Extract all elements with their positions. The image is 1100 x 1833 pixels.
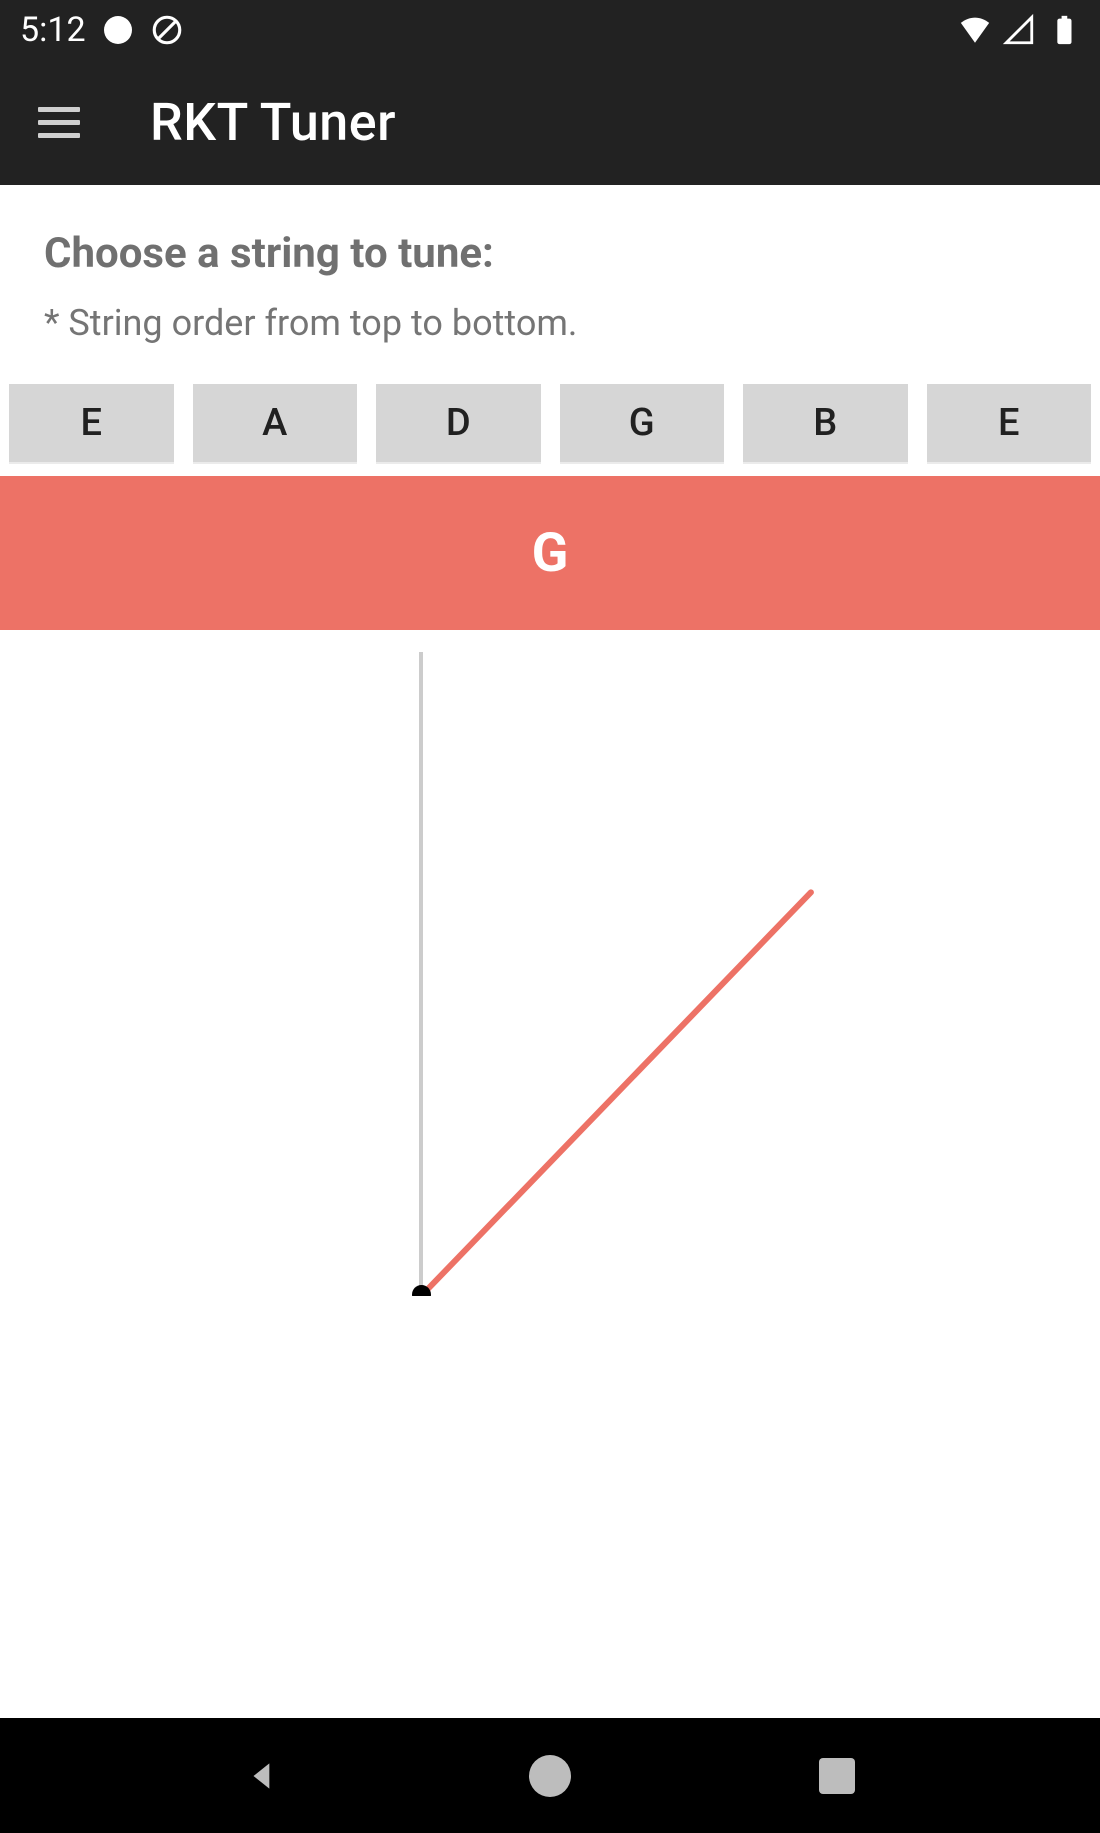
nav-back-icon[interactable] — [238, 1751, 288, 1801]
status-bar: 5:12 — [0, 0, 1100, 60]
gauge-needle — [422, 888, 815, 1295]
tuner-gauge — [0, 630, 1100, 1296]
wifi-icon — [958, 13, 992, 47]
string-button-a[interactable]: A — [193, 384, 358, 462]
system-nav-bar — [0, 1718, 1100, 1833]
string-button-b[interactable]: B — [743, 384, 908, 462]
string-button-d[interactable]: D — [376, 384, 541, 462]
content: Choose a string to tune: * String order … — [0, 185, 1100, 1296]
nav-recents-icon[interactable] — [812, 1751, 862, 1801]
string-button-e-low[interactable]: E — [9, 384, 174, 462]
choose-string-heading: Choose a string to tune: — [0, 229, 1100, 278]
menu-icon[interactable] — [38, 107, 80, 138]
status-left: 5:12 — [20, 10, 184, 50]
cell-signal-icon — [1002, 13, 1036, 47]
string-button-e-high[interactable]: E — [927, 384, 1092, 462]
selected-note: G — [532, 522, 569, 585]
status-right — [958, 13, 1080, 47]
app-bar: RKT Tuner — [0, 60, 1100, 185]
status-recording-icon — [104, 16, 132, 44]
nav-home-icon[interactable] — [525, 1751, 575, 1801]
app-title: RKT Tuner — [150, 92, 396, 153]
battery-icon — [1046, 13, 1080, 47]
status-nosync-icon — [150, 13, 184, 47]
gauge-center-line — [419, 652, 423, 1293]
string-order-hint: * String order from top to bottom. — [0, 278, 1100, 344]
string-row: E A D G B E — [0, 344, 1100, 476]
string-button-g[interactable]: G — [560, 384, 725, 462]
selected-note-banner: G — [0, 476, 1100, 630]
status-time: 5:12 — [20, 10, 86, 50]
